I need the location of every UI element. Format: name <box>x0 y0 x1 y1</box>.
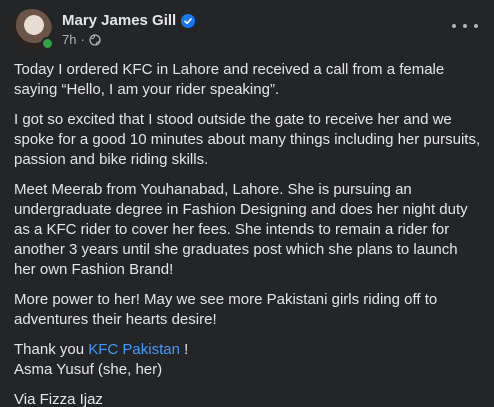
credit-line: Asma Yusuf (she, her) <box>14 361 163 378</box>
author-name[interactable]: Mary James Gill <box>62 11 176 30</box>
facebook-post: Mary James Gill 7h · Today I ordered KFC… <box>0 0 494 407</box>
via-line: Via Fizza Ijaz <box>14 391 103 407</box>
author-row: Mary James Gill <box>62 11 196 30</box>
post-meta: Mary James Gill 7h · <box>62 11 196 47</box>
post-subline: 7h · <box>62 32 195 47</box>
post-paragraph: I got so excited that I stood outside th… <box>14 111 481 168</box>
post-paragraph: Meet Meerab from Youhanabad, Lahore. She… <box>14 181 468 278</box>
separator-dot: · <box>80 32 85 47</box>
thanks-prefix: Thank you <box>14 341 89 358</box>
post-header: Mary James Gill 7h · <box>12 7 196 51</box>
verified-badge-icon <box>181 13 196 28</box>
post-paragraph: Today I ordered KFC in Lahore and receiv… <box>14 61 445 98</box>
more-dot <box>463 24 467 28</box>
avatar[interactable] <box>12 9 54 50</box>
more-options-icon[interactable] <box>452 18 478 34</box>
post-body: Today I ordered KFC in Lahore and receiv… <box>14 60 482 407</box>
post-timestamp[interactable]: 7h <box>62 32 76 47</box>
thanks-line: Thank you KFC Pakistan ! <box>14 340 482 360</box>
online-status-dot <box>41 37 54 50</box>
thanks-suffix: ! <box>179 341 189 358</box>
kfc-pakistan-link[interactable]: KFC Pakistan <box>88 341 180 358</box>
post-paragraph: More power to her! May we see more Pakis… <box>14 291 438 328</box>
more-dot <box>452 24 456 28</box>
more-dot <box>474 24 478 28</box>
globe-icon[interactable] <box>89 33 101 46</box>
